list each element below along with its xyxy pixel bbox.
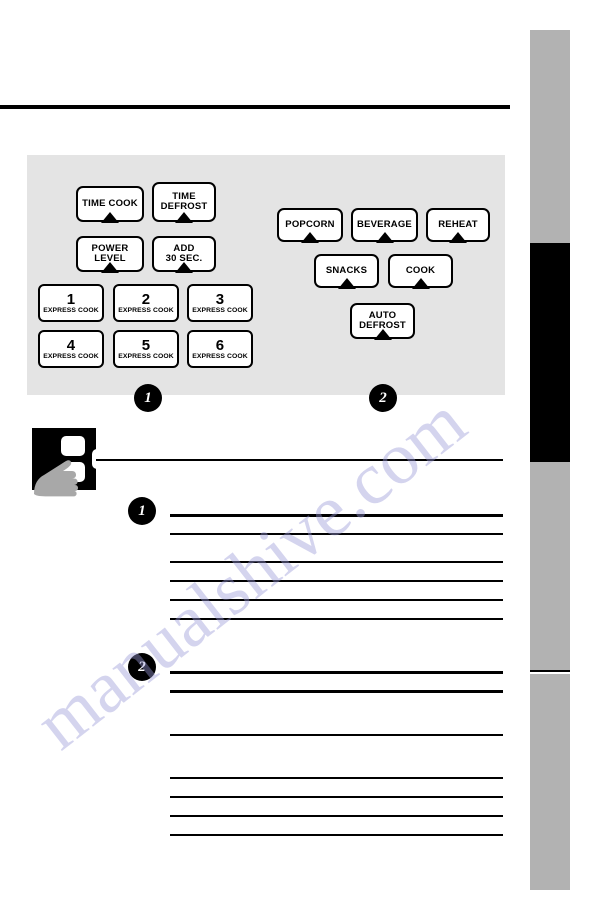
entry-2-rule-5 xyxy=(170,796,503,798)
key-time-defrost[interactable]: TIME DEFROST xyxy=(152,182,216,222)
key-add-30-sec[interactable]: ADD 30 SEC. xyxy=(152,236,216,272)
key-caption: EXPRESS COOK xyxy=(43,352,99,360)
key-caption: EXPRESS COOK xyxy=(192,352,248,360)
key-label: SNACKS xyxy=(325,265,368,277)
key-caption: EXPRESS COOK xyxy=(192,306,248,314)
key-label-line2: DEFROST xyxy=(160,201,208,212)
bullet-number: 2 xyxy=(138,658,146,675)
entry-1-rule-2 xyxy=(170,533,503,535)
entry-1-rule-3 xyxy=(170,561,503,563)
callout-bullet-body-2: 2 xyxy=(128,653,156,681)
entry-1-rule-1 xyxy=(170,514,503,517)
key-express-cook-3[interactable]: 3 EXPRESS COOK xyxy=(187,284,253,322)
key-express-cook-4[interactable]: 4 EXPRESS COOK xyxy=(38,330,104,368)
key-number: 6 xyxy=(215,336,225,354)
bullet-number: 1 xyxy=(144,389,152,406)
edge-tab-gray-top xyxy=(530,30,570,243)
bullet-number: 1 xyxy=(138,502,146,519)
key-power-level[interactable]: POWER LEVEL xyxy=(76,236,144,272)
key-express-cook-6[interactable]: 6 EXPRESS COOK xyxy=(187,330,253,368)
key-number: 1 xyxy=(66,290,76,308)
entry-2-rule-1 xyxy=(170,671,503,674)
entry-2-rule-2 xyxy=(170,690,503,693)
key-popcorn[interactable]: POPCORN xyxy=(277,208,343,242)
key-number: 5 xyxy=(141,336,151,354)
callout-bullet-panel-1: 1 xyxy=(134,384,162,412)
entry-2-rule-3 xyxy=(170,734,503,736)
edge-tab-gray-middle xyxy=(530,462,570,670)
key-label: COOK xyxy=(405,265,436,277)
key-label: BEVERAGE xyxy=(357,219,412,231)
key-express-cook-1[interactable]: 1 EXPRESS COOK xyxy=(38,284,104,322)
section-header-rule xyxy=(0,105,510,109)
edge-tab-divider xyxy=(530,670,570,672)
callout-bullet-panel-2: 2 xyxy=(369,384,397,412)
key-label-line2: DEFROST xyxy=(359,320,406,331)
entry-2-rule-6 xyxy=(170,815,503,817)
key-beverage[interactable]: BEVERAGE xyxy=(351,208,418,242)
entry-1-rule-4 xyxy=(170,580,503,582)
key-number: 4 xyxy=(66,336,76,354)
entry-2-rule-7 xyxy=(170,834,503,836)
key-auto-defrost[interactable]: AUTO DEFROST xyxy=(350,303,415,339)
bullet-number: 2 xyxy=(379,389,387,406)
entry-2-rule-4 xyxy=(170,777,503,779)
entry-1-rule-6 xyxy=(170,618,503,620)
key-snacks[interactable]: SNACKS xyxy=(314,254,379,288)
key-label-line2: 30 SEC. xyxy=(165,253,203,264)
key-number: 3 xyxy=(215,290,225,308)
edge-tab-black-active[interactable] xyxy=(530,243,570,462)
entry-1-rule-5 xyxy=(170,599,503,601)
callout-bullet-body-1: 1 xyxy=(128,497,156,525)
press-icon-rule xyxy=(96,459,503,461)
pointing-hand-icon xyxy=(34,460,78,497)
key-caption: EXPRESS COOK xyxy=(118,352,174,360)
key-label: REHEAT xyxy=(438,219,478,231)
key-label: TIME COOK xyxy=(82,198,138,210)
key-caption: EXPRESS COOK xyxy=(118,306,174,314)
key-reheat[interactable]: REHEAT xyxy=(426,208,490,242)
key-label: POPCORN xyxy=(285,219,335,231)
key-number: 2 xyxy=(141,290,151,308)
key-caption: EXPRESS COOK xyxy=(43,306,99,314)
key-label-line2: LEVEL xyxy=(94,253,126,264)
key-time-cook[interactable]: TIME COOK xyxy=(76,186,144,222)
key-express-cook-2[interactable]: 2 EXPRESS COOK xyxy=(113,284,179,322)
edge-tab-gray-bottom xyxy=(530,674,570,890)
key-express-cook-5[interactable]: 5 EXPRESS COOK xyxy=(113,330,179,368)
press-keypad-hand-icon xyxy=(32,428,116,497)
key-cook[interactable]: COOK xyxy=(388,254,453,288)
